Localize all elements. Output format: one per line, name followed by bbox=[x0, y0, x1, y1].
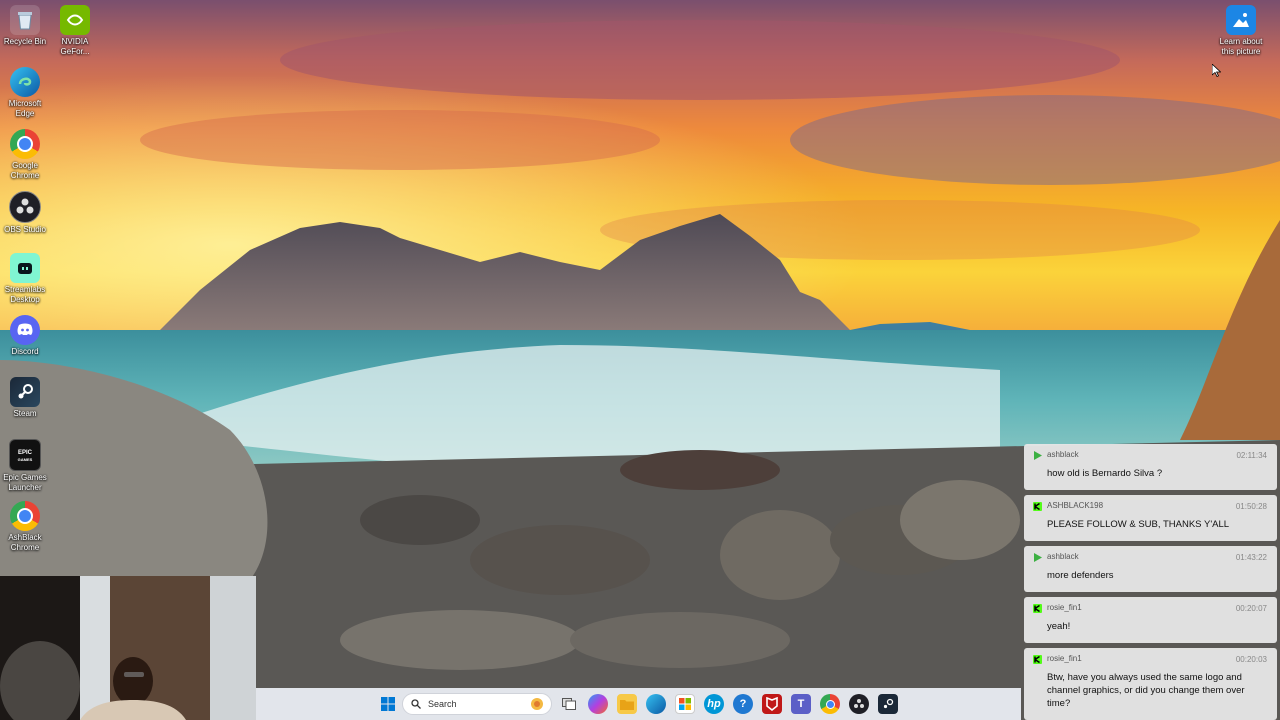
svg-text:EPIC: EPIC bbox=[18, 450, 33, 456]
obs-icon bbox=[854, 699, 864, 708]
chat-timestamp: 01:43:22 bbox=[1235, 553, 1267, 562]
desktop-icon-discord[interactable]: Discord bbox=[0, 315, 51, 357]
mouse-cursor-icon bbox=[1211, 63, 1222, 82]
teams-button[interactable]: T bbox=[791, 694, 811, 714]
steam-button[interactable] bbox=[878, 694, 898, 714]
discord-icon bbox=[10, 315, 40, 345]
task-view-button[interactable] bbox=[559, 694, 579, 714]
search-icon bbox=[411, 699, 421, 709]
taskbar-search-box[interactable]: Search bbox=[402, 693, 552, 715]
spotlight-icon bbox=[1226, 5, 1256, 35]
recycle-bin-icon bbox=[10, 5, 40, 35]
play-badge-icon bbox=[1034, 451, 1042, 460]
desktop-icon-streamlabs[interactable]: Streamlabs Desktop bbox=[0, 253, 51, 305]
desktop-icon-epic-games[interactable]: EPIC GAMES Epic Games Launcher bbox=[0, 439, 51, 493]
mcafee-button[interactable] bbox=[762, 694, 782, 714]
chat-text: yeah! bbox=[1047, 621, 1071, 632]
start-button[interactable] bbox=[378, 694, 398, 714]
streamlabs-icon bbox=[10, 253, 40, 283]
edge-icon bbox=[10, 67, 40, 97]
desktop-icon-spotlight[interactable]: Learn about this picture bbox=[1215, 5, 1267, 57]
kick-badge-icon bbox=[1033, 655, 1042, 664]
chat-timestamp: 00:20:07 bbox=[1235, 604, 1267, 613]
store-icon bbox=[679, 698, 691, 710]
chat-username: ashblack bbox=[1047, 450, 1079, 459]
teams-icon: T bbox=[797, 698, 805, 710]
store-button[interactable] bbox=[675, 694, 695, 714]
desktop-icon-edge[interactable]: Microsoft Edge bbox=[0, 67, 51, 119]
webcam-overlay bbox=[0, 576, 256, 720]
desktop-icon-steam[interactable]: Steam bbox=[0, 377, 51, 419]
obs-icon bbox=[9, 191, 41, 223]
help-button[interactable]: ? bbox=[733, 694, 753, 714]
desktop-icon-chrome[interactable]: Google Chrome bbox=[0, 129, 51, 181]
widget-icon bbox=[531, 698, 543, 710]
chat-message: rosie_fin1 00:20:07 yeah! bbox=[1024, 597, 1277, 643]
chat-timestamp: 00:20:03 bbox=[1235, 655, 1267, 664]
chrome-profile-icon bbox=[10, 501, 40, 531]
obs-button[interactable] bbox=[849, 694, 869, 714]
file-explorer-icon bbox=[620, 700, 634, 710]
task-view-icon bbox=[562, 698, 576, 710]
hp-button[interactable]: hp bbox=[704, 694, 724, 714]
mcafee-icon bbox=[766, 697, 778, 711]
desktop-icon-recycle-bin[interactable]: Recycle Bin bbox=[0, 5, 51, 47]
nvidia-icon bbox=[60, 5, 90, 35]
copilot-button[interactable] bbox=[588, 694, 608, 714]
chat-message: ASHBLACK198 01:50:28 PLEASE FOLLOW & SUB… bbox=[1024, 495, 1277, 541]
play-badge-icon bbox=[1034, 553, 1042, 562]
taskbar: Search hp ? T bbox=[256, 688, 1021, 720]
kick-badge-icon bbox=[1033, 604, 1042, 613]
chat-text: how old is Bernardo Silva ? bbox=[1047, 468, 1163, 479]
chat-message: rosie_fin1 00:20:03 Btw, have you always… bbox=[1024, 648, 1277, 720]
search-label: Search bbox=[428, 699, 457, 709]
desktop-icon-nvidia[interactable]: NVIDIA GeFor... bbox=[49, 5, 101, 57]
svg-text:GAMES: GAMES bbox=[18, 457, 33, 462]
chat-username: ASHBLACK198 bbox=[1047, 501, 1104, 510]
desktop-icon-obs[interactable]: OBS Studio bbox=[0, 191, 51, 235]
hp-icon: hp bbox=[707, 698, 721, 710]
chat-username: ashblack bbox=[1047, 552, 1079, 561]
edge-button[interactable] bbox=[646, 694, 666, 714]
chat-text: PLEASE FOLLOW & SUB, THANKS Y'ALL bbox=[1047, 519, 1230, 530]
chrome-icon bbox=[825, 699, 835, 709]
chat-text: more defenders bbox=[1047, 570, 1114, 581]
stream-chat-overlay: ashblack 02:11:34 how old is Bernardo Si… bbox=[1021, 441, 1280, 720]
kick-badge-icon bbox=[1033, 502, 1042, 511]
epic-games-icon: EPIC GAMES bbox=[9, 439, 41, 471]
start-icon bbox=[381, 697, 395, 711]
chrome-icon bbox=[10, 129, 40, 159]
chrome-button[interactable] bbox=[820, 694, 840, 714]
chat-message: ashblack 01:43:22 more defenders bbox=[1024, 546, 1277, 592]
chat-timestamp: 01:50:28 bbox=[1235, 502, 1267, 511]
help-icon: ? bbox=[739, 698, 747, 710]
file-explorer-button[interactable] bbox=[617, 694, 637, 714]
chat-text: Btw, have you always used the same logo … bbox=[1047, 672, 1245, 709]
steam-icon bbox=[883, 698, 894, 709]
chat-username: rosie_fin1 bbox=[1047, 603, 1082, 612]
chat-timestamp: 02:11:34 bbox=[1236, 451, 1267, 460]
steam-icon bbox=[10, 377, 40, 407]
chat-message: ashblack 02:11:34 how old is Bernardo Si… bbox=[1024, 444, 1277, 490]
desktop-icon-ashblack-chrome[interactable]: AshBlack Chrome bbox=[0, 501, 51, 553]
chat-username: rosie_fin1 bbox=[1047, 654, 1082, 663]
